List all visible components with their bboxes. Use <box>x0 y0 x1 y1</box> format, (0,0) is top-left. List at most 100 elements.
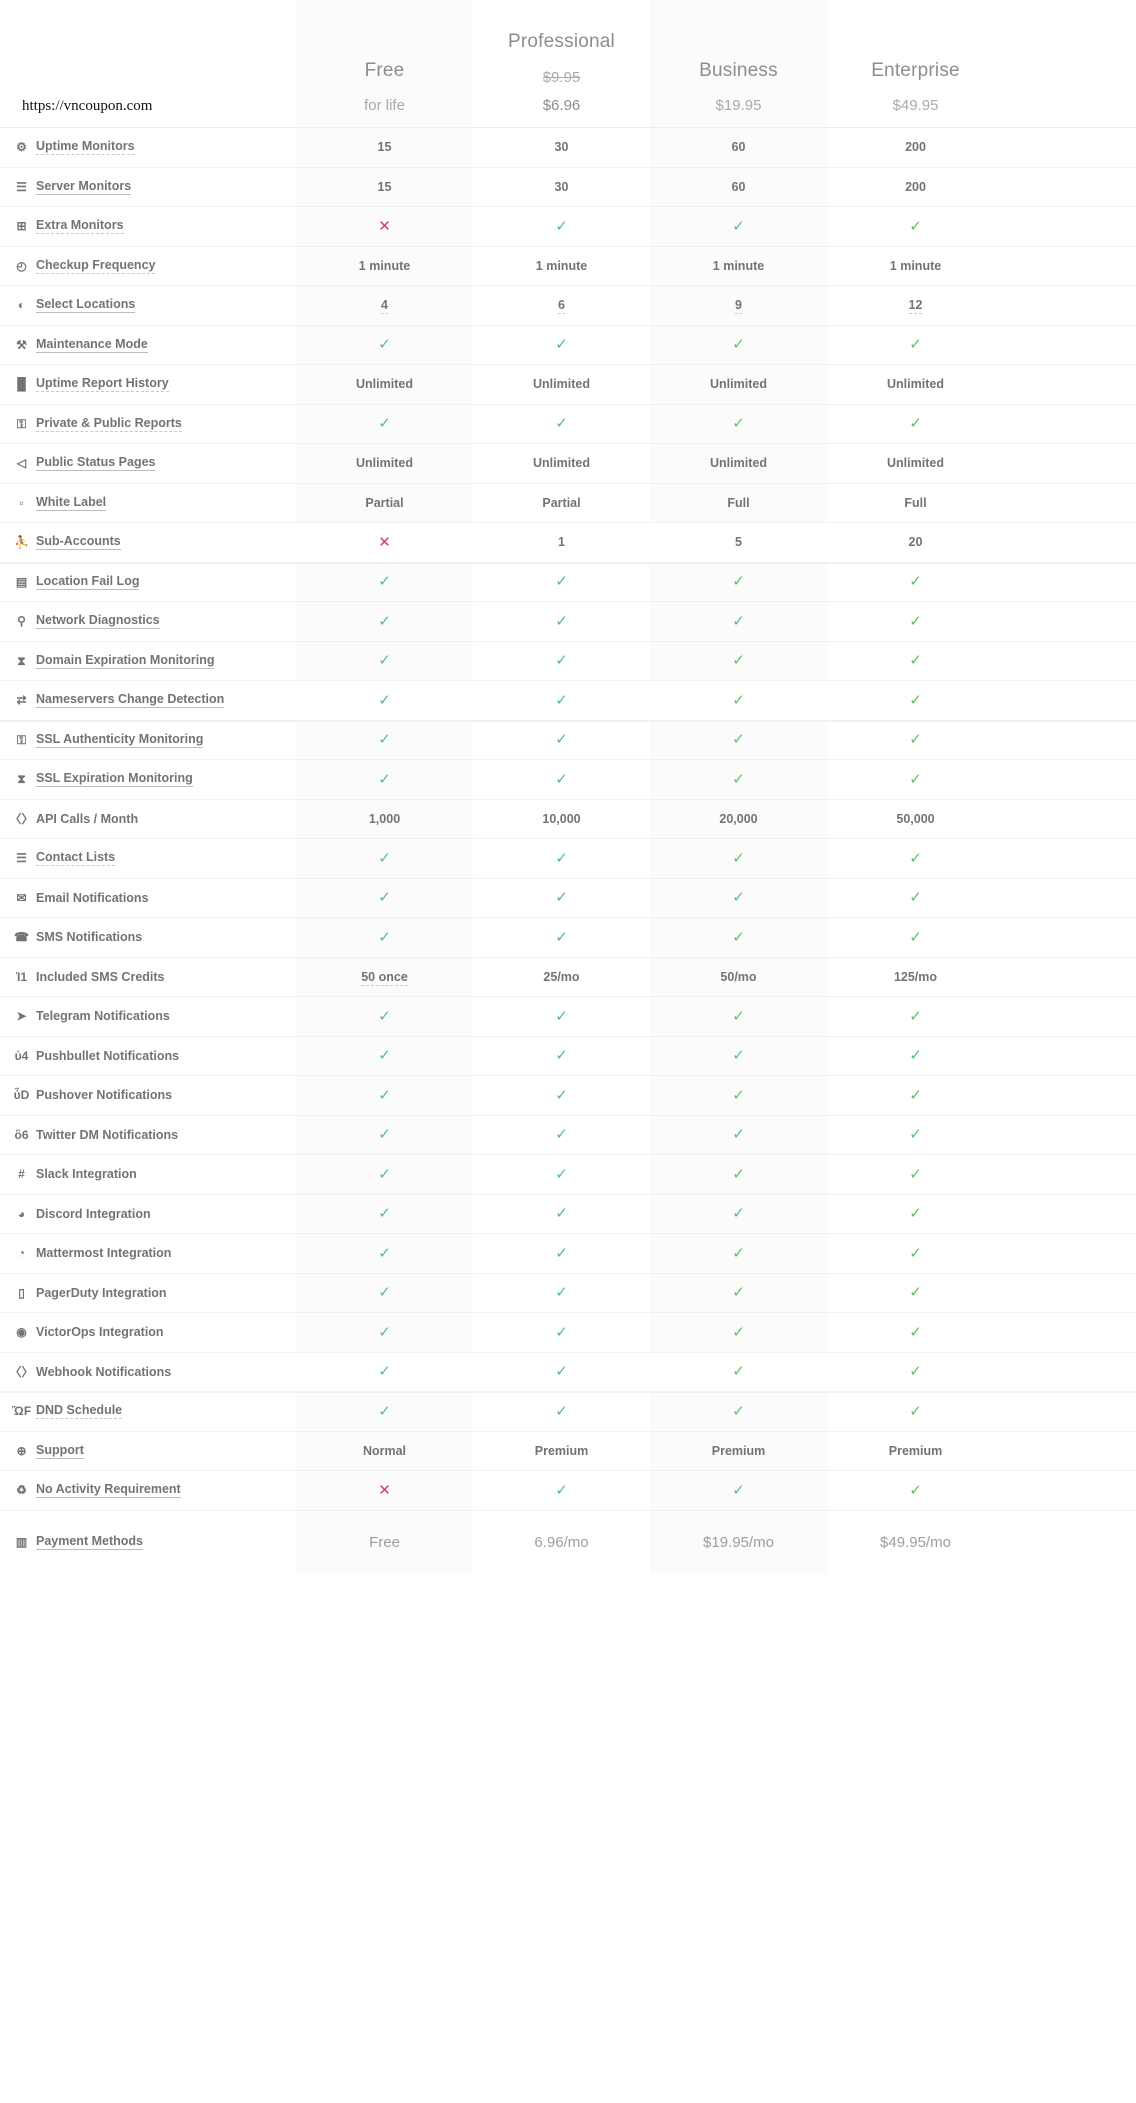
value-cell: ✕ <box>296 1483 473 1498</box>
value-text[interactable]: 4 <box>381 298 388 314</box>
value-cell: ✓ <box>296 1404 473 1419</box>
value-cell: ✓ <box>650 1088 827 1103</box>
feature-label[interactable]: Private & Public Reports <box>36 416 182 432</box>
check-icon: ✓ <box>378 1363 391 1381</box>
feature-cell: Ἰ1 Included SMS Credits <box>0 970 296 984</box>
check-icon: ✓ <box>732 1047 745 1065</box>
hash-icon: # <box>18 1167 25 1182</box>
code-icon: 〈〉 <box>9 1364 34 1379</box>
value-cell: ✓ <box>296 1009 473 1024</box>
check-icon: ✓ <box>555 770 568 788</box>
feature-label[interactable]: DND Schedule <box>36 1403 123 1420</box>
feature-label[interactable]: Checkup Frequency <box>36 258 156 274</box>
feature-cell: ▫ White Label <box>0 495 296 511</box>
table-row: ➤ Telegram Notifications ✓ ✓ ✓ ✓ <box>0 997 1136 1037</box>
feature-label[interactable]: Support <box>36 1443 84 1459</box>
value-cell: $19.95/mo <box>650 1535 827 1550</box>
feature-label[interactable]: Sub-Accounts <box>36 534 121 551</box>
table-row: ⚿ SSL Authenticity Monitoring ✓ ✓ ✓ ✓ <box>0 721 1136 760</box>
feature-cell: ὬF DND Schedule <box>0 1403 296 1420</box>
value-cell: ✓ <box>650 1048 827 1063</box>
value-cell: ✓ <box>473 1048 650 1063</box>
value-cell: ✓ <box>827 772 1004 787</box>
check-icon: ✓ <box>555 928 568 946</box>
check-icon: ✓ <box>732 1323 745 1341</box>
value-cell: Premium <box>473 1444 650 1458</box>
check-icon: ✓ <box>378 1284 391 1302</box>
feature-label[interactable]: Extra Monitors <box>36 218 124 235</box>
feature-cell: 〈〉 API Calls / Month <box>0 812 296 826</box>
value-cell: ✓ <box>296 930 473 945</box>
value-cell: ✓ <box>473 851 650 866</box>
feature-label[interactable]: SSL Expiration Monitoring <box>36 771 193 788</box>
check-icon: ✓ <box>732 770 745 788</box>
value-cell: ✓ <box>296 653 473 668</box>
watermark-url: https://vncoupon.com <box>22 98 153 114</box>
value-text: 25/mo <box>543 969 580 984</box>
feature-label: API Calls / Month <box>36 811 139 826</box>
value-text[interactable]: 12 <box>908 298 923 314</box>
plan-header-business: Business $19.95 <box>650 59 827 127</box>
clock-icon: ◴ <box>16 258 27 273</box>
check-icon: ✓ <box>378 691 391 709</box>
value-text: 1 minute <box>535 258 588 273</box>
feature-label[interactable]: SSL Authenticity Monitoring <box>36 732 204 748</box>
feature-cell: ⛹ Sub-Accounts <box>0 534 296 551</box>
plan-header-free: Free for life <box>296 59 473 127</box>
value-cell: ✓ <box>827 1009 1004 1024</box>
feature-label[interactable]: Uptime Report History <box>36 376 169 393</box>
value-text: 30 <box>554 179 569 194</box>
check-icon: ✓ <box>909 889 922 907</box>
feature-label[interactable]: Public Status Pages <box>36 455 156 472</box>
feature-label[interactable]: No Activity Requirement <box>36 1482 181 1499</box>
value-cell: ✓ <box>827 416 1004 431</box>
plan-name: Enterprise <box>871 59 960 81</box>
feature-label[interactable]: Domain Expiration Monitoring <box>36 653 215 669</box>
check-icon: ✓ <box>909 691 922 709</box>
value-cell: ✓ <box>296 732 473 747</box>
credit-card-icon: ▥ <box>15 1535 28 1549</box>
feature-label[interactable]: Location Fail Log <box>36 574 140 590</box>
feature-label[interactable]: Payment Methods <box>36 1534 143 1550</box>
table-row: ▥ Payment Methods Free 6.96/mo $19.95/mo $49.… <box>0 1511 1136 1574</box>
value-cell: Unlimited <box>827 378 1004 391</box>
check-icon: ✓ <box>909 573 922 591</box>
value-text: 125/mo <box>893 969 938 984</box>
feature-label: PagerDuty Integration <box>36 1285 167 1300</box>
feature-label[interactable]: Network Diagnostics <box>36 613 160 630</box>
value-cell: ✓ <box>473 1088 650 1103</box>
feature-label[interactable]: Contact Lists <box>36 850 116 867</box>
check-icon: ✓ <box>909 928 922 946</box>
value-cell: 60 <box>650 141 827 154</box>
feature-cell: ⧗ SSL Expiration Monitoring <box>0 771 296 788</box>
value-cell: Full <box>650 496 827 510</box>
list-icon: ☰ <box>16 851 27 866</box>
check-icon: ✓ <box>732 1007 745 1025</box>
value-cell: ✓ <box>827 693 1004 708</box>
value-cell: Unlimited <box>473 378 650 391</box>
check-icon: ✓ <box>732 928 745 946</box>
feature-label[interactable]: Uptime Monitors <box>36 139 135 156</box>
feature-label[interactable]: White Label <box>36 495 107 511</box>
feature-label[interactable]: Select Locations <box>36 297 136 314</box>
value-cell: Partial <box>296 496 473 510</box>
check-icon: ✓ <box>555 1402 568 1420</box>
table-header: https://vncoupon.com Freefor life30% Lif… <box>0 0 1136 128</box>
value-cell: 30 <box>473 141 650 154</box>
value-cell: ✓ <box>473 219 650 234</box>
value-text: $49.95/mo <box>880 1533 951 1551</box>
value-cell: 30 <box>473 179 650 194</box>
value-text: $19.95/mo <box>703 1533 774 1551</box>
value-cell: ✓ <box>827 1246 1004 1261</box>
value-cell: ✓ <box>650 574 827 589</box>
value-text[interactable]: 50 once <box>361 969 408 986</box>
feature-label[interactable]: Maintenance Mode <box>36 337 148 353</box>
check-icon: ✓ <box>378 849 391 867</box>
feature-label[interactable]: Nameservers Change Detection <box>36 692 225 709</box>
value-text[interactable]: 6 <box>558 298 565 314</box>
value-cell: ✓ <box>473 1364 650 1379</box>
feature-label[interactable]: Server Monitors <box>36 179 132 195</box>
plan-price: $9.95 $6.96 <box>473 67 650 118</box>
feature-cell: ⚿ SSL Authenticity Monitoring <box>0 732 296 748</box>
value-text[interactable]: 9 <box>735 298 742 314</box>
